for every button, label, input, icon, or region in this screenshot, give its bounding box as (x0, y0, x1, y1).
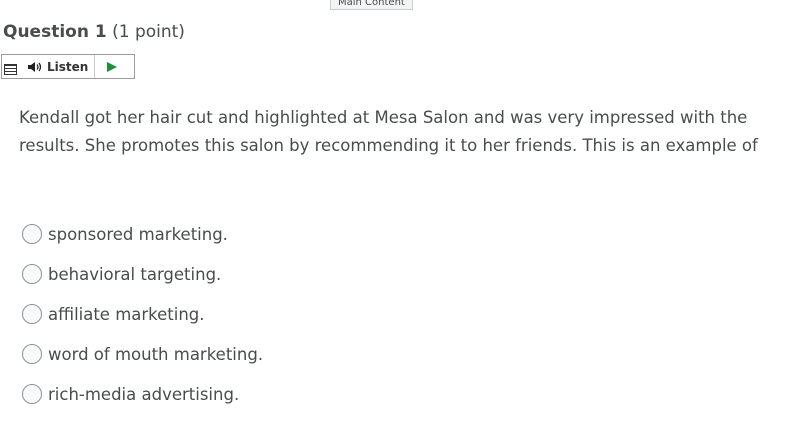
answer-option-label[interactable]: rich-media advertising. (48, 385, 239, 404)
main-content-skip-link[interactable]: Main Content (330, 0, 413, 10)
answer-options: sponsored marketing. behavioral targetin… (22, 214, 263, 414)
menu-icon[interactable] (4, 64, 17, 75)
radio-button[interactable] (22, 304, 42, 324)
radio-button[interactable] (22, 264, 42, 284)
play-icon[interactable] (107, 61, 118, 72)
answer-option[interactable]: word of mouth marketing. (22, 334, 263, 374)
question-heading: Question 1 (1 point) (3, 22, 185, 42)
answer-option[interactable]: sponsored marketing. (22, 214, 263, 254)
question-text: Kendall got her hair cut and highlighted… (19, 108, 758, 155)
radio-button[interactable] (22, 224, 42, 244)
answer-option-label[interactable]: behavioral targeting. (48, 265, 221, 284)
answer-option-label[interactable]: affiliate marketing. (48, 305, 205, 324)
radio-button[interactable] (22, 344, 42, 364)
answer-option-label[interactable]: word of mouth marketing. (48, 345, 263, 364)
question-points: (1 point) (112, 22, 185, 42)
quiz-page: Main Content Question 1 (1 point) Listen… (0, 0, 792, 430)
listen-label: Listen (47, 59, 89, 74)
radio-button[interactable] (22, 384, 42, 404)
question-number: Question 1 (3, 22, 107, 42)
listen-button[interactable]: Listen (17, 55, 96, 78)
speaker-icon (28, 61, 42, 72)
answer-option[interactable]: affiliate marketing. (22, 294, 263, 334)
answer-option[interactable]: rich-media advertising. (22, 374, 263, 414)
readspeaker-toolbar: Listen (1, 54, 135, 79)
answer-option[interactable]: behavioral targeting. (22, 254, 263, 294)
answer-option-label[interactable]: sponsored marketing. (48, 225, 228, 244)
